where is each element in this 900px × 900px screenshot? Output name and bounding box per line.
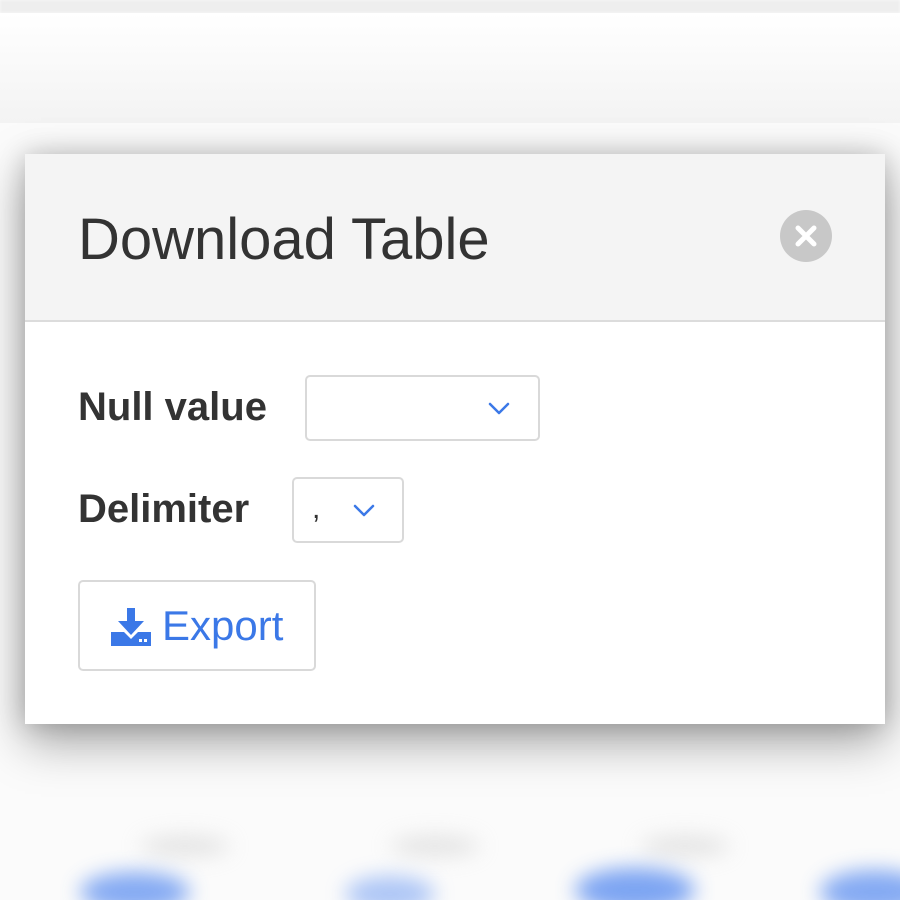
- background-text-blur: [390, 835, 480, 857]
- background-button-blur: [80, 872, 190, 900]
- background-text-blur: [640, 835, 730, 857]
- export-button-label: Export: [162, 602, 284, 649]
- close-button[interactable]: [780, 210, 832, 262]
- delimiter-label: Delimiter: [78, 487, 250, 531]
- delimiter-selected: ,: [312, 492, 321, 525]
- background-text-blur: [140, 835, 230, 857]
- dialog-title: Download Table: [78, 207, 490, 272]
- chevron-down-icon: [353, 504, 375, 517]
- background-top-bar: [0, 0, 900, 13]
- null-value-select[interactable]: [305, 375, 540, 441]
- chevron-down-icon: [488, 402, 510, 415]
- close-icon: [795, 225, 817, 247]
- null-value-label: Null value: [78, 385, 267, 429]
- background-button-blur: [345, 876, 435, 900]
- background-button-blur: [820, 870, 900, 900]
- download-table-dialog: Download Table Null value Delimiter , Ex…: [25, 154, 885, 724]
- export-button[interactable]: Export: [78, 580, 316, 671]
- download-icon: [111, 608, 151, 646]
- background-button-blur: [575, 868, 695, 900]
- delimiter-select[interactable]: ,: [292, 477, 404, 543]
- dialog-header: Download Table: [25, 154, 885, 322]
- background-header: [0, 13, 900, 123]
